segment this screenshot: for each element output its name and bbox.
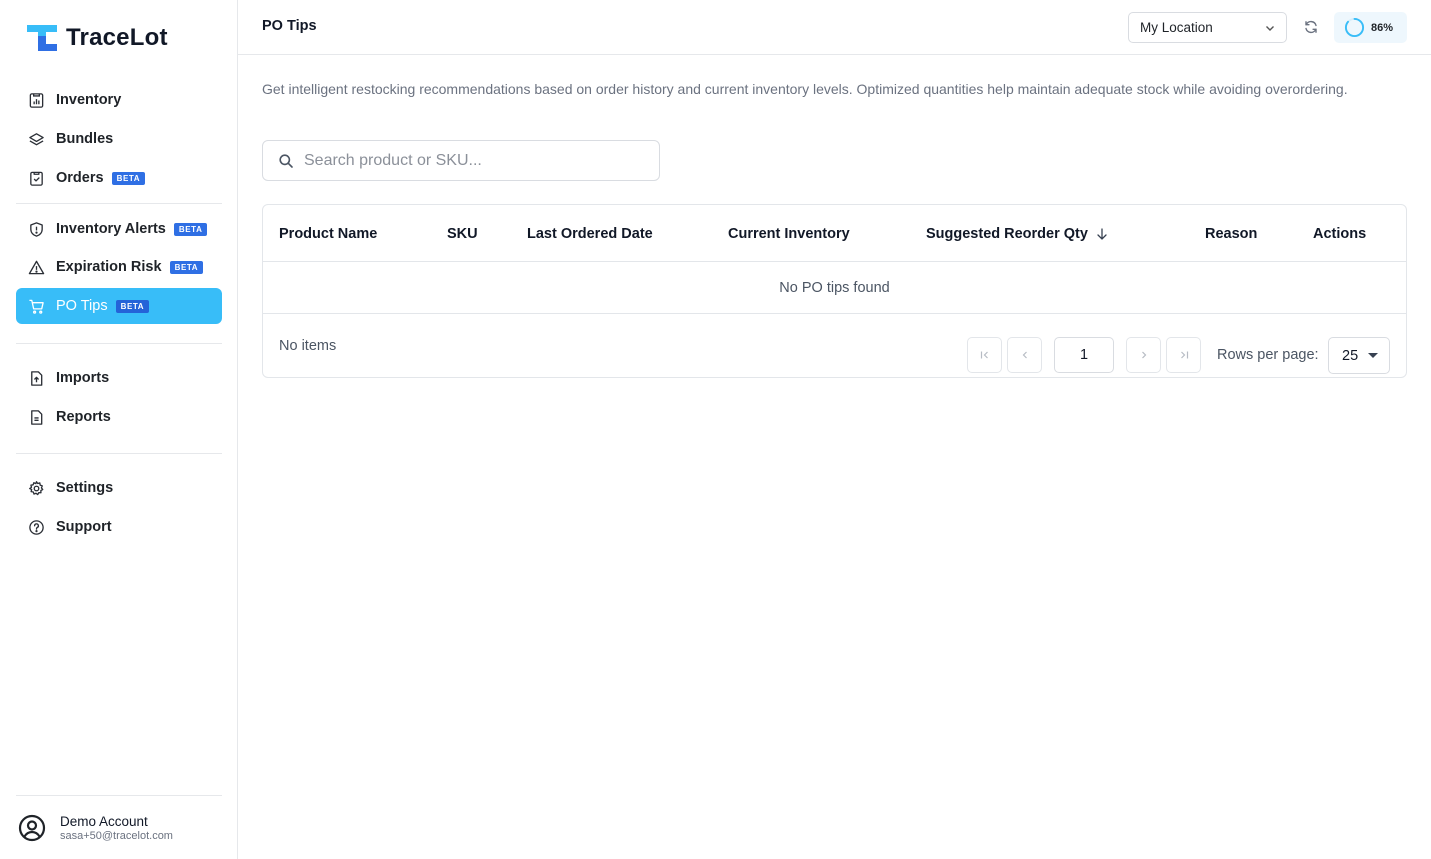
sidebar-divider xyxy=(16,343,222,344)
column-header-sku[interactable]: SKU xyxy=(447,226,478,242)
file-report-icon xyxy=(27,408,45,426)
sidebar-item-support[interactable]: Support xyxy=(16,509,222,545)
sidebar-item-po-tips[interactable]: PO Tips BETA xyxy=(16,288,222,324)
previous-page-button[interactable] xyxy=(1007,337,1042,373)
column-header-label: Suggested Reorder Qty xyxy=(926,226,1088,242)
brand-name: TraceLot xyxy=(66,24,168,51)
search-icon xyxy=(279,153,293,168)
column-header-label: Product Name xyxy=(279,226,378,242)
rows-per-page-value: 25 xyxy=(1342,347,1359,364)
first-page-button[interactable] xyxy=(967,337,1002,373)
brand[interactable]: TraceLot xyxy=(26,22,168,54)
inventory-icon xyxy=(27,91,45,109)
help-circle-icon xyxy=(27,518,45,536)
sidebar-item-label: Expiration Risk xyxy=(56,259,162,275)
column-header-current-inventory[interactable]: Current Inventory xyxy=(728,226,850,242)
sync-progress-indicator[interactable]: 86% xyxy=(1334,12,1407,43)
cart-icon xyxy=(27,297,45,315)
column-header-reason[interactable]: Reason xyxy=(1205,226,1257,242)
chevron-left-icon xyxy=(1022,351,1027,359)
warning-triangle-icon xyxy=(27,258,45,276)
tracelot-logo-icon xyxy=(27,25,57,51)
empty-state-row: No PO tips found xyxy=(263,262,1406,314)
items-count: No items xyxy=(279,338,337,354)
beta-badge: BETA xyxy=(111,171,146,185)
chevron-right-icon xyxy=(1141,351,1146,359)
gear-icon xyxy=(27,479,45,497)
sidebar-item-inventory[interactable]: Inventory xyxy=(16,82,222,118)
progress-ring-icon xyxy=(1344,17,1365,38)
page-number-input[interactable]: 1 xyxy=(1054,337,1114,373)
account-meta: Demo Account sasa+50@tracelot.com xyxy=(60,814,173,842)
progress-percent: 86% xyxy=(1371,21,1394,34)
column-header-label: Current Inventory xyxy=(728,226,850,242)
last-page-button[interactable] xyxy=(1166,337,1201,373)
sidebar-item-label: Orders xyxy=(56,170,104,186)
beta-badge: BETA xyxy=(169,260,204,274)
rows-per-page-label: Rows per page: xyxy=(1217,347,1319,363)
sidebar-item-bundles[interactable]: Bundles xyxy=(16,121,222,157)
column-header-label: SKU xyxy=(447,226,478,242)
page-description: Get intelligent restocking recommendatio… xyxy=(262,81,1348,97)
clipboard-icon xyxy=(27,169,45,187)
sidebar-item-reports[interactable]: Reports xyxy=(16,399,222,435)
column-header-suggested-reorder-qty[interactable]: Suggested Reorder Qty xyxy=(926,226,1109,242)
sidebar-item-label: Imports xyxy=(56,370,110,386)
account-name: Demo Account xyxy=(60,813,148,829)
column-header-last-ordered-date[interactable]: Last Ordered Date xyxy=(527,226,653,242)
caret-down-icon xyxy=(1368,353,1378,358)
po-tips-table: Product Name SKU Last Ordered Date Curre… xyxy=(262,204,1407,378)
beta-badge: BETA xyxy=(115,299,150,313)
next-page-button[interactable] xyxy=(1126,337,1161,373)
sidebar-item-label: Inventory Alerts xyxy=(56,221,166,237)
sidebar-item-expiration-risk[interactable]: Expiration Risk BETA xyxy=(16,249,222,285)
page-title: PO Tips xyxy=(262,18,317,34)
arrow-down-icon xyxy=(1097,228,1107,240)
file-import-icon xyxy=(27,369,45,387)
sidebar-item-label: Settings xyxy=(56,480,114,496)
table-footer: No items 1 Rows per page: 25 xyxy=(263,314,1406,379)
rows-per-page-select[interactable]: 25 xyxy=(1328,337,1390,374)
sidebar-item-imports[interactable]: Imports xyxy=(16,360,222,396)
sidebar-item-inventory-alerts[interactable]: Inventory Alerts BETA xyxy=(16,211,222,247)
chevron-last-icon xyxy=(1180,351,1188,359)
column-header-product-name[interactable]: Product Name xyxy=(279,226,377,242)
sidebar-item-label: Inventory xyxy=(56,92,122,108)
shield-alert-icon xyxy=(27,220,45,238)
account-email: sasa+50@tracelot.com xyxy=(60,829,173,842)
topbar: PO Tips My Location 86% xyxy=(238,0,1431,55)
sidebar: TraceLot Inventory Bundles Orders BETA I… xyxy=(0,0,238,859)
sidebar-item-label: Support xyxy=(56,519,112,535)
sidebar-item-settings[interactable]: Settings xyxy=(16,470,222,506)
sidebar-item-label: Bundles xyxy=(56,131,114,147)
column-header-label: Reason xyxy=(1205,226,1258,242)
column-header-label: Last Ordered Date xyxy=(527,226,653,242)
account-menu[interactable]: Demo Account sasa+50@tracelot.com xyxy=(16,795,222,859)
user-avatar-icon xyxy=(18,814,46,841)
location-select[interactable]: My Location xyxy=(1128,12,1287,43)
search-box[interactable] xyxy=(262,140,660,181)
sidebar-item-label: Reports xyxy=(56,409,111,425)
beta-badge: BETA xyxy=(173,222,208,236)
column-header-label: Actions xyxy=(1313,226,1367,242)
chevron-first-icon xyxy=(980,351,988,359)
search-input[interactable] xyxy=(304,151,644,170)
empty-state-message: No PO tips found xyxy=(779,279,890,296)
column-header-actions: Actions xyxy=(1313,226,1366,242)
refresh-icon[interactable] xyxy=(1302,18,1320,36)
layers-icon xyxy=(27,130,45,148)
sidebar-divider xyxy=(16,203,222,204)
chevron-down-icon xyxy=(1266,26,1274,31)
table-header: Product Name SKU Last Ordered Date Curre… xyxy=(263,205,1406,262)
location-select-value: My Location xyxy=(1140,20,1213,35)
sidebar-item-orders[interactable]: Orders BETA xyxy=(16,160,222,196)
sidebar-divider xyxy=(16,453,222,454)
sidebar-item-label: PO Tips xyxy=(56,298,108,314)
